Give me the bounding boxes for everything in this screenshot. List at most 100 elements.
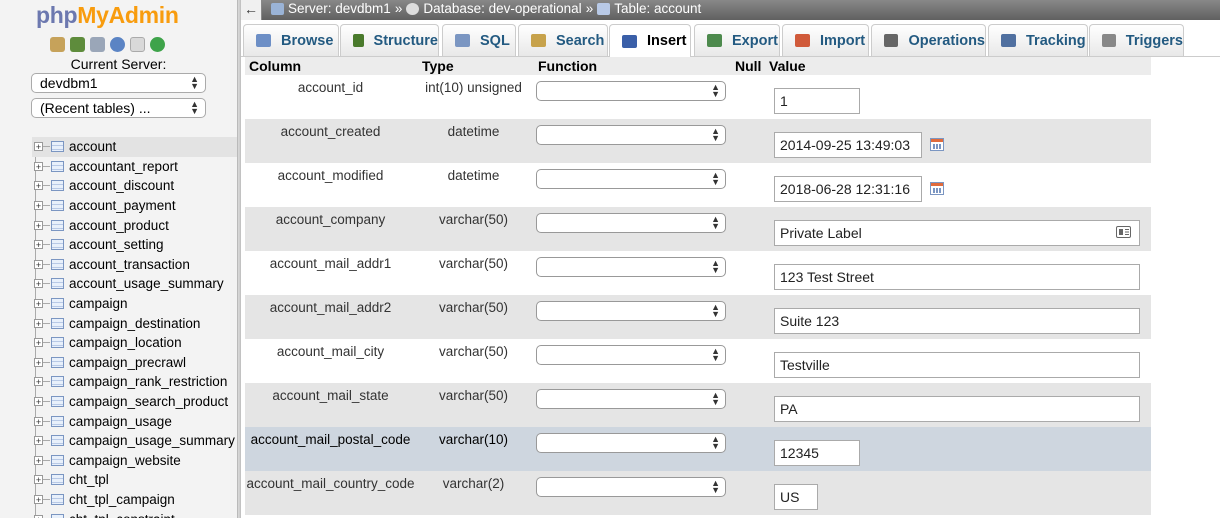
value-input[interactable]: Private Label [774,220,1140,246]
query-window-icon[interactable] [90,37,105,52]
table-icon[interactable] [51,474,64,486]
sidebar-table-item[interactable]: + cht_tpl [32,470,237,490]
sidebar-table-name[interactable]: campaign_location [69,335,182,350]
calendar-icon[interactable] [930,138,944,151]
expand-icon[interactable]: + [34,181,43,191]
breadcrumb-table[interactable]: Table: account [614,1,701,16]
sidebar-table-item[interactable]: + account_usage_summary [32,274,237,294]
tab-export[interactable]: Export [694,24,780,56]
table-icon[interactable] [51,141,64,153]
value-input[interactable]: PA [774,396,1140,422]
expand-icon[interactable]: + [34,357,43,367]
sidebar-table-name[interactable]: campaign [69,296,128,311]
sidebar-table-item[interactable]: + account_discount [32,176,237,196]
breadcrumb-server[interactable]: Server: devdbm1 [288,1,391,16]
sidebar-table-name[interactable]: account_usage_summary [69,276,224,291]
table-icon[interactable] [51,200,64,212]
calendar-icon[interactable] [930,182,944,195]
recent-tables-select[interactable]: (Recent tables) ... ▲ ▼ [31,98,206,118]
sidebar-table-item[interactable]: + account_product [32,215,237,235]
expand-icon[interactable]: + [34,338,43,348]
table-icon[interactable] [51,376,64,388]
tab-search[interactable]: Search [518,24,608,56]
table-icon[interactable] [51,160,64,172]
expand-icon[interactable]: + [34,436,43,446]
sidebar-table-item[interactable]: + campaign_usage_summary [32,431,237,451]
function-select[interactable]: ▲ ▼ [536,477,726,497]
sidebar-table-item[interactable]: + campaign_rank_restriction [32,372,237,392]
sidebar-table-name[interactable]: campaign_search_product [69,394,228,409]
expand-icon[interactable]: + [34,161,43,171]
expand-icon[interactable]: + [34,259,43,269]
table-icon[interactable] [51,317,64,329]
function-select[interactable]: ▲ ▼ [536,345,726,365]
expand-icon[interactable]: + [34,220,43,230]
sidebar-table-item[interactable]: + cht_tpl_campaign [32,490,237,510]
expand-icon[interactable]: + [34,299,43,309]
exit-icon[interactable] [70,37,85,52]
panel-resizer[interactable] [237,0,241,518]
expand-icon[interactable]: + [34,397,43,407]
sidebar-table-item[interactable]: + accountant_report [32,157,237,177]
sidebar-table-name[interactable]: campaign_usage_summary [69,433,235,448]
sidebar-table-item[interactable]: + account [32,137,237,157]
home-icon[interactable] [50,37,65,52]
sidebar-table-item[interactable]: + campaign [32,294,237,314]
table-icon[interactable] [51,454,64,466]
sidebar-table-item[interactable]: + campaign_website [32,451,237,471]
function-select[interactable]: ▲ ▼ [536,389,726,409]
value-input[interactable]: 2018-06-28 12:31:16 [774,176,922,202]
sidebar-table-item[interactable]: + campaign_precrawl [32,353,237,373]
tab-import[interactable]: Import [782,24,869,56]
table-icon[interactable] [51,219,64,231]
expand-icon[interactable]: + [34,455,43,465]
sidebar-table-name[interactable]: accountant_report [69,159,178,174]
table-icon[interactable] [51,415,64,427]
function-select[interactable]: ▲ ▼ [536,301,726,321]
sidebar-table-name[interactable]: campaign_website [69,453,181,468]
function-select[interactable]: ▲ ▼ [536,81,726,101]
phpmyadmin-logo[interactable]: phpMyAdmin [36,2,179,29]
sidebar-table-name[interactable]: campaign_usage [69,414,172,429]
tab-operations[interactable]: Operations [871,24,986,56]
tab-insert[interactable]: Insert [609,24,691,57]
sidebar-table-item[interactable]: + account_transaction [32,255,237,275]
sidebar-table-item[interactable]: + account_payment [32,196,237,216]
documentation-icon[interactable] [110,37,125,52]
table-icon[interactable] [51,513,64,518]
table-icon[interactable] [51,180,64,192]
sidebar-table-item[interactable]: + campaign_location [32,333,237,353]
sidebar-table-name[interactable]: account_setting [69,237,164,252]
sidebar-table-item[interactable]: + cht_tpl_constraint [32,509,237,518]
table-icon[interactable] [51,435,64,447]
sidebar-table-name[interactable]: cht_tpl [69,472,109,487]
breadcrumb-database[interactable]: Database: dev-operational [423,1,581,16]
tab-triggers[interactable]: Triggers [1089,24,1184,56]
value-input[interactable]: Suite 123 [774,308,1140,334]
sidebar-table-item[interactable]: + campaign_usage [32,411,237,431]
sidebar-table-item[interactable]: + account_setting [32,235,237,255]
sidebar-table-name[interactable]: campaign_rank_restriction [69,374,227,389]
sidebar-table-item[interactable]: + campaign_search_product [32,392,237,412]
table-icon[interactable] [51,239,64,251]
expand-icon[interactable]: + [34,475,43,485]
copy-icon[interactable] [130,37,145,52]
expand-icon[interactable]: + [34,416,43,426]
expand-icon[interactable]: + [34,514,43,518]
sidebar-table-name[interactable]: campaign_destination [69,316,200,331]
function-select[interactable]: ▲ ▼ [536,213,726,233]
expand-icon[interactable]: + [34,494,43,504]
sidebar-table-name[interactable]: cht_tpl_campaign [69,492,175,507]
table-icon[interactable] [51,356,64,368]
value-input[interactable]: US [774,484,818,510]
function-select[interactable]: ▲ ▼ [536,433,726,453]
expand-icon[interactable]: + [34,377,43,387]
value-input[interactable]: 1 [774,88,860,114]
function-select[interactable]: ▲ ▼ [536,125,726,145]
table-icon[interactable] [51,493,64,505]
server-select[interactable]: devdbm1 ▲ ▼ [31,73,206,93]
table-icon[interactable] [51,337,64,349]
value-input[interactable]: 2014-09-25 13:49:03 [774,132,922,158]
tab-structure[interactable]: Structure [340,24,439,56]
sidebar-table-name[interactable]: account_discount [69,178,174,193]
